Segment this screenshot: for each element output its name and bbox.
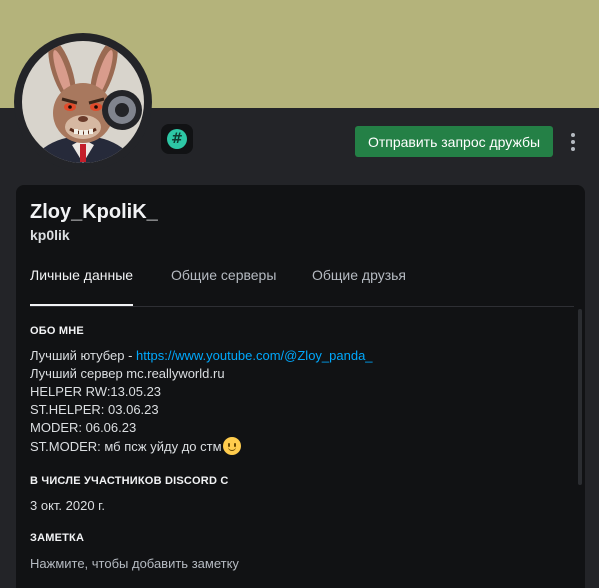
about-line: MODER: 06.06.23: [30, 420, 137, 435]
profile-tabs: Личные данные Общие серверы Общие друзья: [30, 267, 574, 307]
scrollbar-thumb[interactable]: [578, 309, 582, 485]
send-friend-request-button[interactable]: Отправить запрос дружбы: [355, 126, 553, 157]
scrollbar-track[interactable]: [578, 309, 582, 485]
member-since-date: 3 окт. 2020 г.: [30, 498, 105, 513]
profile-card: Zloy_KpoliK_ kp0lik Личные данные Общие …: [16, 185, 585, 588]
about-me-text: Лучший ютубер - https://www.youtube.com/…: [30, 347, 373, 456]
member-since-heading: В ЧИСЛЕ УЧАСТНИКОВ DISCORD С: [30, 475, 229, 487]
badge-symbol: #: [167, 129, 187, 149]
about-me-heading: ОБО МНЕ: [30, 325, 84, 337]
tab-mutual-servers[interactable]: Общие серверы: [171, 267, 276, 306]
vertical-ellipsis-icon[interactable]: [562, 126, 584, 157]
display-name: Zloy_KpoliK_: [30, 201, 158, 223]
tab-personal-data[interactable]: Личные данные: [30, 267, 134, 306]
slightly-smiling-face-emoji-icon: [222, 437, 241, 455]
about-line: HELPER RW:13.05.23: [30, 384, 162, 399]
status-indicator: [102, 90, 142, 130]
offline-status-icon: [108, 96, 136, 124]
note-input[interactable]: Нажмите, чтобы добавить заметку: [30, 556, 239, 571]
about-line-prefix: Лучший ютубер -: [30, 348, 137, 363]
about-line: ST.MODER: мб псж уйду до стм: [30, 439, 222, 454]
about-line: Лучший сервер mc.reallyworld.ru: [30, 366, 225, 381]
note-heading: ЗАМЕТКА: [30, 532, 85, 544]
youtube-link[interactable]: https://www.youtube.com/@Zloy_panda_: [136, 348, 373, 363]
tab-mutual-friends[interactable]: Общие друзья: [312, 267, 406, 306]
username: kp0lik: [30, 227, 70, 243]
about-line: ST.HELPER: 03.06.23: [30, 402, 159, 417]
hashtag-badge-icon[interactable]: #: [161, 124, 193, 154]
